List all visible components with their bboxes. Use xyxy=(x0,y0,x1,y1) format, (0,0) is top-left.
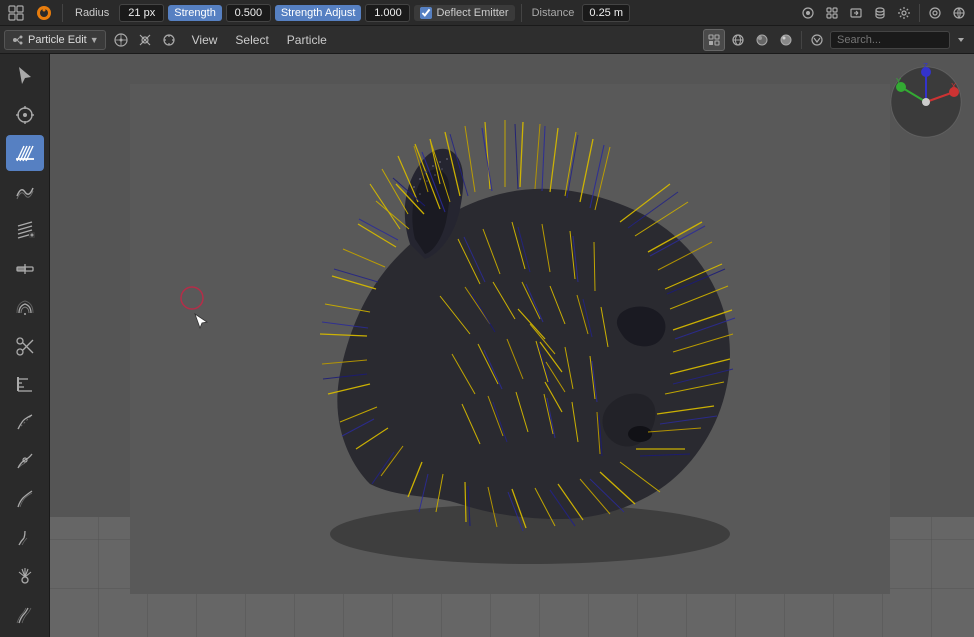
strength-adjust-button[interactable]: Strength Adjust xyxy=(275,5,362,21)
snap-icon[interactable] xyxy=(158,29,180,51)
viewport-render-icon[interactable] xyxy=(775,29,797,51)
strength-button[interactable]: Strength xyxy=(168,5,222,21)
workspace-icon[interactable] xyxy=(4,3,28,23)
tool-length[interactable] xyxy=(6,250,44,286)
navigation-gizmo-svg: X Y Z xyxy=(886,62,966,142)
menu-items: View Select Particle xyxy=(184,30,335,50)
tool-smooth[interactable] xyxy=(6,173,44,209)
second-toolbar: Particle Edit ▼ View xyxy=(0,26,974,54)
tool-cursor[interactable] xyxy=(6,96,44,132)
compositing-icon[interactable] xyxy=(821,2,843,24)
mode-icon xyxy=(11,33,25,47)
strength-adjust-value[interactable]: 1.000 xyxy=(365,4,410,22)
settings-icon[interactable] xyxy=(893,2,915,24)
viewport-options-icon[interactable] xyxy=(806,29,828,51)
tool-straighten[interactable] xyxy=(6,404,44,440)
viewport[interactable]: X Y Z xyxy=(50,54,974,637)
world-icon[interactable] xyxy=(948,2,970,24)
viewport-canvas: X Y Z xyxy=(50,54,974,637)
tool-puff[interactable] xyxy=(6,289,44,325)
render-icon[interactable] xyxy=(797,2,819,24)
viewport-material-icon[interactable] xyxy=(751,29,773,51)
transform-icons xyxy=(110,29,180,51)
svg-text:Z: Z xyxy=(923,62,928,71)
navigation-gizmo[interactable]: X Y Z xyxy=(886,62,966,145)
tool-select[interactable] xyxy=(6,58,44,94)
viewport-wire-icon[interactable] xyxy=(727,29,749,51)
data-icon[interactable] xyxy=(869,2,891,24)
radius-value[interactable]: 21 px xyxy=(119,4,164,22)
3d-viewport-content xyxy=(130,84,890,594)
strength-value[interactable]: 0.500 xyxy=(226,4,271,22)
tool-comb[interactable] xyxy=(6,135,44,171)
tool-cut[interactable] xyxy=(6,327,44,363)
brush-cursor xyxy=(178,284,206,312)
mouse-cursor xyxy=(193,312,211,330)
tool-12[interactable] xyxy=(6,481,44,517)
radius-label: Radius xyxy=(69,5,115,21)
deflect-emitter-checkbox[interactable] xyxy=(420,7,432,19)
dropdown-arrow-icon[interactable] xyxy=(952,29,970,51)
tool-14[interactable] xyxy=(6,558,44,594)
viewport-controls xyxy=(703,29,970,51)
blender-icon[interactable] xyxy=(32,3,56,23)
tool-sidebar xyxy=(0,54,50,637)
viewport-solid-icon[interactable] xyxy=(703,29,725,51)
mode-selector[interactable]: Particle Edit ▼ xyxy=(4,30,106,50)
global-transform-icon[interactable] xyxy=(110,29,132,51)
svg-text:X: X xyxy=(951,82,957,91)
menu-view[interactable]: View xyxy=(184,30,226,50)
deflect-emitter-toggle[interactable]: Deflect Emitter xyxy=(414,5,514,21)
search-input[interactable] xyxy=(830,31,950,49)
output-icon[interactable] xyxy=(845,2,867,24)
top-toolbar: Radius 21 px Strength 0.500 Strength Adj… xyxy=(0,0,974,26)
tool-15[interactable] xyxy=(6,597,44,633)
scene-icon[interactable] xyxy=(924,2,946,24)
tool-11[interactable] xyxy=(6,443,44,479)
menu-select[interactable]: Select xyxy=(227,30,276,50)
mode-dropdown-arrow: ▼ xyxy=(90,35,99,45)
tool-13[interactable] xyxy=(6,520,44,556)
menu-particle[interactable]: Particle xyxy=(279,30,335,50)
tool-weight[interactable] xyxy=(6,366,44,402)
svg-text:Y: Y xyxy=(896,77,902,86)
distance-label: Distance xyxy=(528,7,579,19)
local-transform-icon[interactable] xyxy=(134,29,156,51)
top-right-icons xyxy=(797,2,970,24)
distance-value[interactable]: 0.25 m xyxy=(582,4,630,22)
tool-add[interactable] xyxy=(6,212,44,248)
